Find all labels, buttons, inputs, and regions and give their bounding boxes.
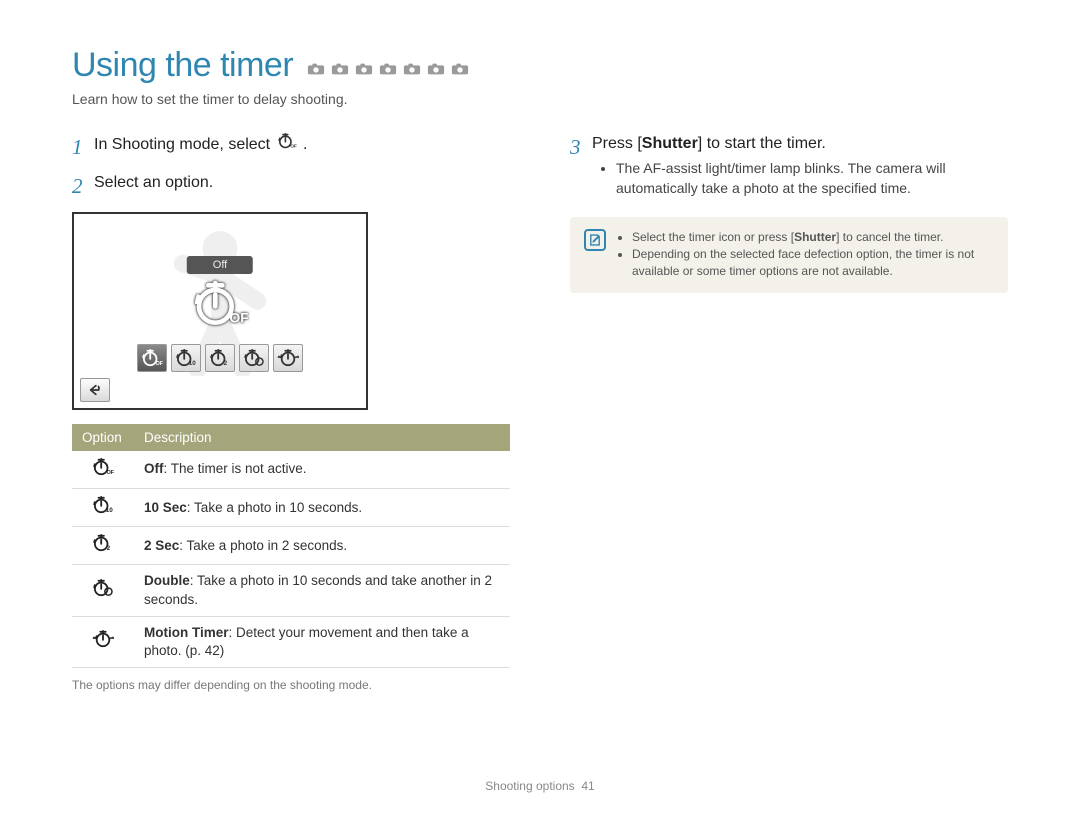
page-footer: Shooting options 41: [0, 779, 1080, 793]
table-header-description: Description: [134, 424, 510, 451]
table-row: Off: The timer is not active.: [72, 451, 510, 489]
mode-icon: [379, 62, 397, 76]
timer-2-icon: [72, 527, 134, 565]
mode-icon: [451, 62, 469, 76]
footer-section: Shooting options: [485, 779, 574, 793]
screen-selected-icon: [192, 276, 248, 332]
table-desc: 2 Sec: Take a photo in 2 seconds.: [134, 527, 510, 565]
table-desc: Double: Take a photo in 10 seconds and t…: [134, 565, 510, 616]
screen-option-row: [137, 344, 303, 372]
timer-10-icon: [72, 489, 134, 527]
info-list: Select the timer icon or press [Shutter]…: [632, 229, 994, 281]
screen-option-label: Off: [187, 256, 253, 274]
page-header: Using the timer: [72, 46, 1008, 85]
screen-back-button[interactable]: [80, 378, 110, 402]
step-number: 2: [72, 172, 86, 201]
step-text: Select an option.: [94, 172, 510, 201]
screen-option-timer-double[interactable]: [239, 344, 269, 372]
info-box: Select the timer icon or press [Shutter]…: [570, 217, 1008, 293]
step-bullet: The AF-assist light/timer lamp blinks. T…: [616, 159, 1008, 198]
step-1: 1 In Shooting mode, select .: [72, 133, 510, 162]
step-body: Press [Shutter] to start the timer. The …: [592, 133, 1008, 203]
timer-double-icon: [72, 565, 134, 616]
table-row: 10 Sec: Take a photo in 10 seconds.: [72, 489, 510, 527]
screen-option-timer-off[interactable]: [137, 344, 167, 372]
options-table: Option Description Off: The timer is not…: [72, 424, 510, 669]
table-row: Double: Take a photo in 10 seconds and t…: [72, 565, 510, 616]
timer-off-icon: [277, 133, 297, 156]
step-2: 2 Select an option.: [72, 172, 510, 201]
step-text: In Shooting mode, select .: [94, 133, 510, 162]
mode-icon: [331, 62, 349, 76]
camera-screen-diagram: Off: [72, 212, 368, 410]
mode-icon: [355, 62, 373, 76]
table-desc: 10 Sec: Take a photo in 10 seconds.: [134, 489, 510, 527]
table-desc: Motion Timer: Detect your movement and t…: [134, 616, 510, 667]
page-title: Using the timer: [72, 46, 293, 85]
table-desc: Off: The timer is not active.: [134, 451, 510, 489]
mode-icon: [403, 62, 421, 76]
table-header-option: Option: [72, 424, 134, 451]
step-number: 1: [72, 133, 86, 162]
options-note: The options may differ depending on the …: [72, 678, 510, 692]
right-column: 3 Press [Shutter] to start the timer. Th…: [570, 133, 1008, 692]
step-3: 3 Press [Shutter] to start the timer. Th…: [570, 133, 1008, 203]
table-row: Motion Timer: Detect your movement and t…: [72, 616, 510, 667]
info-item: Select the timer icon or press [Shutter]…: [632, 229, 994, 246]
screen-option-timer-2[interactable]: [205, 344, 235, 372]
table-row: 2 Sec: Take a photo in 2 seconds.: [72, 527, 510, 565]
step-text: Press [Shutter] to start the timer.: [592, 135, 826, 152]
mode-icon: [427, 62, 445, 76]
page-subtitle: Learn how to set the timer to delay shoo…: [72, 91, 1008, 107]
screen-option-timer-motion[interactable]: [273, 344, 303, 372]
footer-page: 41: [581, 779, 594, 793]
note-icon: [584, 229, 606, 251]
mode-icon-row: [307, 62, 469, 82]
info-item: Depending on the selected face defection…: [632, 246, 994, 281]
step-bullet-list: The AF-assist light/timer lamp blinks. T…: [608, 159, 1008, 198]
timer-off-icon: [72, 451, 134, 489]
screen-option-timer-10[interactable]: [171, 344, 201, 372]
left-column: 1 In Shooting mode, select . 2 Select an…: [72, 133, 510, 692]
step-number: 3: [570, 133, 584, 203]
timer-motion-icon: [72, 616, 134, 667]
mode-icon: [307, 62, 325, 76]
